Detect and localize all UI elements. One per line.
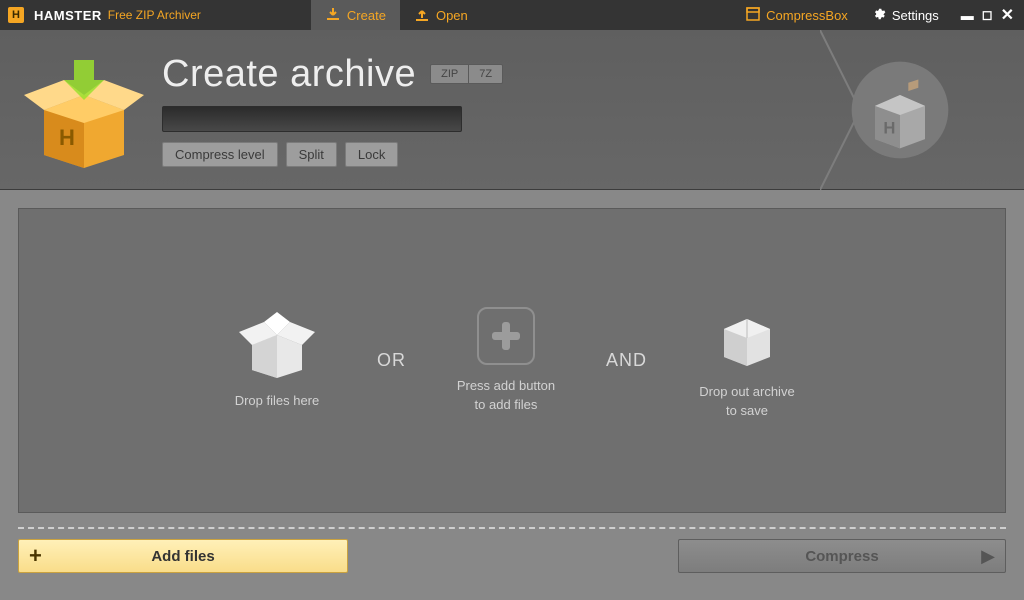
drop-files-col: Drop files here — [207, 310, 347, 410]
brand-sub: Free ZIP Archiver — [108, 8, 201, 22]
tab-open[interactable]: Open — [400, 0, 482, 30]
plus-icon — [489, 319, 523, 353]
bottom-bar: + Add files Compress ▶ — [18, 539, 1006, 573]
compress-label: Compress — [805, 548, 878, 565]
top-bar: H HAMSTER Free ZIP Archiver Create Open … — [0, 0, 1024, 30]
minimize-button[interactable]: ▬ — [961, 8, 974, 23]
split-button[interactable]: Split — [286, 142, 337, 167]
drop-out-col: Drop out archive to save — [677, 301, 817, 419]
drop-out-label: Drop out archive to save — [699, 383, 794, 419]
maximize-button[interactable]: ◻ — [982, 7, 993, 23]
download-icon — [325, 7, 341, 23]
add-files-label: Add files — [151, 548, 214, 565]
or-label: OR — [377, 350, 406, 371]
header-arrow: H — [840, 30, 1000, 190]
window-controls: ▬ ◻ ✕ — [951, 0, 1024, 30]
drop-zone[interactable]: Drop files here OR Press add button to a… — [18, 208, 1006, 513]
svg-text:H: H — [883, 118, 895, 137]
archive-name-input[interactable] — [162, 106, 462, 132]
format-7z[interactable]: 7Z — [469, 65, 502, 83]
close-button[interactable]: ✕ — [1001, 5, 1014, 25]
app-logo-icon: H — [8, 7, 24, 23]
add-files-button[interactable]: + Add files — [18, 539, 348, 573]
lock-button[interactable]: Lock — [345, 142, 398, 167]
add-button-col: Press add button to add files — [436, 307, 576, 413]
drop-here-label: Drop files here — [235, 392, 320, 410]
open-box-icon — [237, 310, 317, 380]
upload-icon — [414, 7, 430, 23]
settings-button[interactable]: Settings — [860, 0, 951, 30]
output-box-icon: H — [870, 60, 970, 160]
box-icon — [746, 7, 760, 24]
gear-icon — [872, 7, 886, 24]
and-label: AND — [606, 350, 647, 371]
compressbox-label: CompressBox — [766, 8, 848, 23]
compress-button[interactable]: Compress ▶ — [678, 539, 1006, 573]
compress-level-button[interactable]: Compress level — [162, 142, 278, 167]
plus-icon: + — [29, 543, 42, 569]
chevron-right-icon: ▶ — [981, 546, 995, 567]
closed-box-icon — [712, 301, 782, 371]
page-title: Create archive — [162, 53, 416, 96]
brand-main: HAMSTER — [34, 8, 102, 23]
compressbox-button[interactable]: CompressBox — [734, 0, 860, 30]
tab-create-label: Create — [347, 8, 386, 23]
tab-create[interactable]: Create — [311, 0, 400, 30]
archive-box-icon: H — [24, 50, 144, 170]
create-header: H Create archive ZIP 7Z Compress level S… — [0, 30, 1024, 190]
app-brand: HAMSTER Free ZIP Archiver — [34, 0, 201, 30]
tab-open-label: Open — [436, 8, 468, 23]
add-button-label: Press add button to add files — [457, 377, 555, 413]
format-toggle: ZIP 7Z — [430, 64, 503, 84]
settings-label: Settings — [892, 8, 939, 23]
add-files-icon-button[interactable] — [477, 307, 535, 365]
format-zip[interactable]: ZIP — [431, 65, 469, 83]
divider — [18, 527, 1006, 529]
svg-text:H: H — [59, 125, 75, 150]
